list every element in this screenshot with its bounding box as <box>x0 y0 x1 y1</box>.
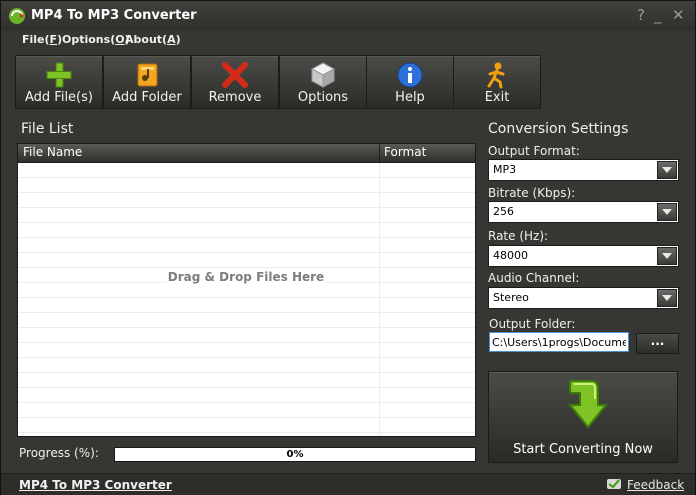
browse-button[interactable]: ... <box>636 333 679 354</box>
add-folder-button[interactable]: Add Folder <box>103 55 191 109</box>
start-converting-button[interactable]: Start Converting Now <box>488 371 678 463</box>
add-files-label: Add File(s) <box>25 90 93 105</box>
rate-label: Rate (Hz): <box>488 229 549 243</box>
start-converting-label: Start Converting Now <box>513 442 653 457</box>
options-label: Options <box>297 90 349 105</box>
status-bar: MP4 To MP3 Converter Feedback <box>1 473 695 495</box>
chevron-down-icon[interactable] <box>657 289 677 307</box>
app-home-link[interactable]: MP4 To MP3 Converter <box>19 478 172 492</box>
rate-value: 48000 <box>493 249 528 262</box>
remove-label: Remove <box>208 90 262 105</box>
file-list[interactable]: File Name Format Drag & Drop Files Here <box>17 143 476 437</box>
output-folder-input[interactable] <box>489 332 629 352</box>
chevron-down-icon[interactable] <box>657 203 677 221</box>
drop-hint: Drag & Drop Files Here <box>166 268 326 286</box>
menu-options-key: O <box>115 33 125 46</box>
window-title: MP4 To MP3 Converter <box>31 8 197 23</box>
audio-channel-value: Stereo <box>493 291 529 304</box>
menu-file[interactable]: File(F) <box>22 33 62 46</box>
bitrate-value: 256 <box>493 205 514 218</box>
remove-x-icon <box>222 62 248 88</box>
format-column-divider <box>379 163 380 436</box>
output-format-label: Output Format: <box>488 144 580 158</box>
output-folder-label: Output Folder: <box>489 317 576 331</box>
chevron-down-icon[interactable] <box>657 161 677 179</box>
bitrate-select[interactable]: 256 <box>488 201 679 223</box>
folder-icon <box>137 63 158 87</box>
cube-icon <box>310 62 336 88</box>
runner-icon <box>487 62 505 89</box>
output-format-select[interactable]: MP3 <box>488 159 679 181</box>
progress-text: 0% <box>286 449 304 460</box>
download-arrow-icon <box>567 380 609 429</box>
add-files-button[interactable]: Add File(s) <box>15 55 103 109</box>
rate-select[interactable]: 48000 <box>488 245 679 267</box>
chevron-down-icon[interactable] <box>657 247 677 265</box>
menu-options[interactable]: Options(O) <box>62 33 130 46</box>
feedback-icon <box>607 479 621 489</box>
menu-about-end: ) <box>175 33 181 46</box>
audio-channel-select[interactable]: Stereo <box>488 287 679 309</box>
progress-label: Progress (%): <box>19 446 99 460</box>
file-list-header: File Name Format <box>18 144 475 163</box>
audio-channel-label: Audio Channel: <box>488 271 580 285</box>
main-window: MP4 To MP3 Converter ? _ ✕ File(F) Optio… <box>0 0 696 495</box>
menu-about-key: A <box>167 33 176 46</box>
menu-options-label: Options( <box>62 33 116 46</box>
menu-about[interactable]: About(A) <box>125 33 181 46</box>
help-label: Help <box>395 90 425 105</box>
output-format-value: MP3 <box>493 163 517 176</box>
add-folder-label: Add Folder <box>112 90 182 105</box>
plus-icon <box>46 62 72 88</box>
column-file-name[interactable]: File Name <box>23 145 82 159</box>
settings-title: Conversion Settings <box>488 121 629 137</box>
minimize-button[interactable]: _ <box>654 7 662 23</box>
remove-button[interactable]: Remove <box>191 55 279 109</box>
help-window-button[interactable]: ? <box>637 7 645 23</box>
app-icon <box>9 8 25 24</box>
menu-about-label: About( <box>125 33 168 46</box>
menu-file-label: File( <box>22 33 50 46</box>
column-format[interactable]: Format <box>384 145 426 159</box>
menu-file-key: F <box>49 33 58 46</box>
info-icon <box>397 62 423 88</box>
menu-bar: File(F) Options(O) About(A) <box>1 31 695 49</box>
column-separator <box>379 144 380 162</box>
file-list-title: File List <box>21 121 74 137</box>
exit-label: Exit <box>484 90 510 105</box>
progress-bar: 0% <box>114 447 476 462</box>
file-list-rows <box>18 163 475 436</box>
title-bar[interactable]: MP4 To MP3 Converter ? _ ✕ <box>1 1 695 31</box>
bitrate-label: Bitrate (Kbps): <box>488 186 576 200</box>
options-button[interactable]: Options <box>279 55 367 109</box>
help-button[interactable]: Help <box>366 55 454 109</box>
close-button[interactable]: ✕ <box>672 7 685 23</box>
exit-button[interactable]: Exit <box>453 55 541 109</box>
feedback-link[interactable]: Feedback <box>627 478 684 492</box>
